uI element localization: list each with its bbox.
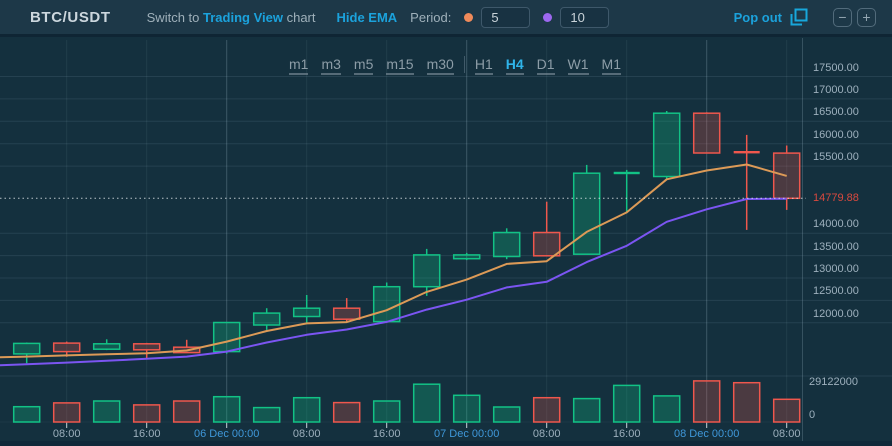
price-axis-label: 15500.00 xyxy=(813,151,859,163)
period-label: Period: xyxy=(410,10,451,25)
candle-body xyxy=(214,323,240,352)
volume-bar xyxy=(14,407,40,422)
time-axis-label: 08:00 xyxy=(773,428,801,440)
candle-body xyxy=(534,233,560,256)
price-axis-label: 17500.00 xyxy=(813,62,859,74)
candle-body xyxy=(134,344,160,350)
ema-fast-dot xyxy=(464,13,473,22)
price-axis-label: 12000.00 xyxy=(813,308,859,320)
trading-chart-app: 17500.00 17000.00 16500.00 16000.00 15500.00… xyxy=(0,0,892,446)
tab-d1[interactable]: D1 xyxy=(537,56,555,75)
date-axis-label: 08 Dec 00:00 xyxy=(674,428,739,440)
volume-bar xyxy=(454,395,480,422)
volume-bar xyxy=(254,408,280,422)
volume-bar xyxy=(534,398,560,422)
volume-bar xyxy=(94,401,120,422)
time-axis-label: 08:00 xyxy=(533,428,561,440)
pop-out-link[interactable]: Pop out xyxy=(734,10,782,25)
volume-bar xyxy=(774,399,800,422)
zoom-in-button[interactable]: + xyxy=(857,8,876,27)
chart-header: BTC/USDT Switch to Trading View chart Hi… xyxy=(0,0,892,37)
volume-bar xyxy=(294,398,320,422)
switch-prefix: Switch to xyxy=(147,10,200,25)
volume-bar xyxy=(134,405,160,422)
volume-bar xyxy=(174,401,200,422)
price-axis-label: 13000.00 xyxy=(813,263,859,275)
candle-body xyxy=(414,255,440,287)
timeframe-divider xyxy=(464,56,465,73)
volume-bar xyxy=(654,396,680,422)
volume-bar xyxy=(334,403,360,422)
candle-body xyxy=(54,343,80,352)
candle-body xyxy=(454,255,480,259)
ema10-line xyxy=(0,199,787,366)
tab-m1[interactable]: m1 xyxy=(289,56,308,75)
candle-body xyxy=(574,173,600,254)
tab-m5[interactable]: m5 xyxy=(354,56,373,75)
price-axis-label: 17000.00 xyxy=(813,84,859,96)
tab-h1[interactable]: H1 xyxy=(475,56,493,75)
zoom-out-button[interactable]: − xyxy=(833,8,852,27)
bottom-edge-strip xyxy=(0,441,892,446)
volume-bar xyxy=(574,399,600,422)
tab-m15[interactable]: m15 xyxy=(386,56,413,75)
ema-fast-period-input[interactable] xyxy=(481,7,530,28)
price-axis-label: 16000.00 xyxy=(813,129,859,141)
price-axis-label: 16500.00 xyxy=(813,106,859,118)
price-axis-label: 12500.00 xyxy=(813,285,859,297)
price-axis-label: 13500.00 xyxy=(813,241,859,253)
time-axis-label: 16:00 xyxy=(133,428,161,440)
candle-body xyxy=(294,308,320,316)
tab-m3[interactable]: m3 xyxy=(321,56,340,75)
current-price-label: 14779.88 xyxy=(813,192,859,204)
price-axis-label: 14000.00 xyxy=(813,218,859,230)
volume-bar xyxy=(374,401,400,422)
ema-slow-dot xyxy=(543,13,552,22)
switch-suffix: chart xyxy=(287,10,316,25)
timeframe-selector: m1 m3 m5 m15 m30 H1 H4 D1 W1 M1 xyxy=(289,56,634,75)
trading-view-link[interactable]: Trading View xyxy=(203,10,283,25)
candle-body xyxy=(494,233,520,257)
volume-max-label: 29122000 xyxy=(809,376,858,388)
tab-m1-month[interactable]: M1 xyxy=(602,56,621,75)
tab-m30[interactable]: m30 xyxy=(427,56,454,75)
volume-bar xyxy=(54,403,80,422)
candle-body xyxy=(94,344,120,349)
candle-body xyxy=(654,113,680,176)
candle-doji-body xyxy=(734,151,760,153)
ema5-line xyxy=(0,165,787,358)
date-axis-label: 07 Dec 00:00 xyxy=(434,428,499,440)
candle-doji-body xyxy=(614,172,640,174)
volume-bar xyxy=(214,397,240,422)
pop-out-icon[interactable] xyxy=(790,8,808,26)
volume-bar xyxy=(494,407,520,422)
time-axis-label: 16:00 xyxy=(613,428,641,440)
volume-bar xyxy=(734,383,760,422)
time-axis-label: 08:00 xyxy=(53,428,81,440)
candle-body xyxy=(334,308,360,319)
tab-h4-active[interactable]: H4 xyxy=(506,56,524,75)
time-axis-label: 16:00 xyxy=(373,428,401,440)
tab-w1[interactable]: W1 xyxy=(568,56,589,75)
candle-body xyxy=(694,113,720,153)
volume-zero-label: 0 xyxy=(809,409,815,421)
date-axis-label: 06 Dec 00:00 xyxy=(194,428,259,440)
volume-bar xyxy=(694,381,720,422)
ema-slow-period-input[interactable] xyxy=(560,7,609,28)
candle-body xyxy=(374,287,400,322)
volume-bar xyxy=(414,384,440,422)
switch-chart-text: Switch to Trading View chart xyxy=(147,10,316,25)
time-axis-label: 08:00 xyxy=(293,428,321,440)
candle-body xyxy=(254,313,280,325)
volume-bar xyxy=(614,385,640,422)
symbol-title: BTC/USDT xyxy=(30,9,111,26)
hide-ema-link[interactable]: Hide EMA xyxy=(337,10,398,25)
candle-body xyxy=(14,343,40,354)
